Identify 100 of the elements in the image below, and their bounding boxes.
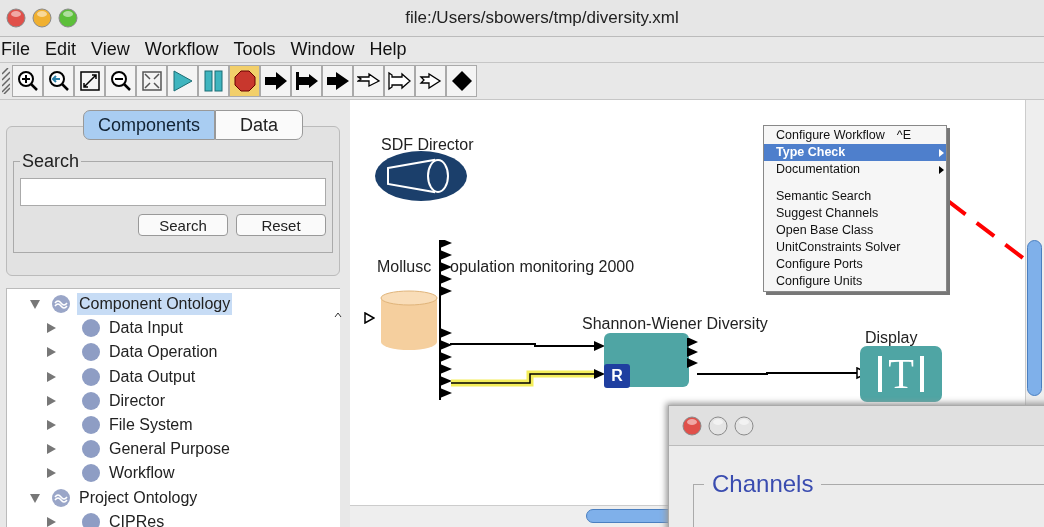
node-label: Mollusc bbox=[377, 257, 432, 277]
search-panel-button[interactable]: Reset bbox=[236, 214, 326, 236]
tree-item[interactable]: Data Output bbox=[107, 365, 198, 388]
category-icon bbox=[81, 415, 101, 436]
fullscreen-icon bbox=[139, 69, 164, 93]
toolbar-grip-icon bbox=[2, 68, 10, 94]
run-tool-button[interactable] bbox=[167, 65, 198, 97]
window-control-icon[interactable] bbox=[6, 8, 26, 28]
zoom-out-tool-button[interactable] bbox=[105, 65, 136, 97]
zoom-fit-tool-button[interactable] bbox=[74, 65, 105, 97]
disclosure-triangle-icon[interactable] bbox=[29, 298, 41, 311]
context-menu-item[interactable]: Configure Workflow ^E bbox=[764, 127, 946, 144]
search-field[interactable] bbox=[20, 178, 326, 206]
category-icon bbox=[81, 439, 101, 460]
tree-item[interactable]: Director bbox=[107, 389, 167, 412]
open-short-arrow-tool-button[interactable] bbox=[415, 65, 446, 97]
menu-item-label: Type Check bbox=[776, 144, 846, 162]
disclosure-triangle-icon[interactable] bbox=[45, 370, 57, 383]
disclosure-triangle-icon[interactable] bbox=[45, 443, 57, 456]
zoom-fit-icon bbox=[77, 69, 102, 93]
tree-item[interactable]: Workflow bbox=[107, 462, 177, 485]
short-arrow-tool-button[interactable] bbox=[322, 65, 353, 97]
menu-item[interactable]: Window bbox=[290, 36, 355, 63]
disclosure-triangle-icon[interactable] bbox=[29, 491, 41, 504]
zoom-reset-tool-button[interactable] bbox=[43, 65, 74, 97]
node-label: opulation monitoring 2000 bbox=[450, 257, 635, 277]
menu-item-label: Configure Ports bbox=[776, 256, 863, 274]
open-bar-arrow-tool-button[interactable] bbox=[384, 65, 415, 97]
ontology-icon bbox=[51, 487, 71, 508]
context-menu-item[interactable]: Semantic Search bbox=[764, 188, 946, 205]
ontology-icon bbox=[51, 294, 71, 315]
tree-item[interactable]: Data Operation bbox=[107, 341, 220, 364]
context-menu-item[interactable]: Documentation bbox=[764, 161, 946, 178]
menu-item[interactable]: Tools bbox=[233, 36, 276, 63]
tree-item[interactable]: General Purpose bbox=[107, 438, 232, 461]
tree-item[interactable]: Component Ontology bbox=[77, 293, 233, 316]
context-menu-item[interactable]: Suggest Channels bbox=[764, 205, 946, 222]
zoom-in-icon bbox=[15, 69, 40, 93]
menu-item[interactable]: File bbox=[1, 36, 30, 63]
stop-tool-button[interactable] bbox=[229, 65, 260, 97]
category-icon bbox=[81, 511, 101, 527]
fullscreen-tool-button[interactable] bbox=[136, 65, 167, 97]
disclosure-triangle-icon[interactable] bbox=[45, 394, 57, 407]
display-glyph: T bbox=[888, 353, 914, 395]
context-menu-item[interactable]: UnitConstraints Solver bbox=[764, 239, 946, 256]
scrollbar-thumb[interactable] bbox=[1027, 240, 1042, 396]
category-icon bbox=[81, 342, 101, 363]
disclosure-triangle-icon[interactable] bbox=[45, 322, 57, 335]
tree-item[interactable]: Data Input bbox=[107, 317, 185, 340]
window-control-icon[interactable] bbox=[682, 415, 702, 436]
zoom-in-tool-button[interactable] bbox=[12, 65, 43, 97]
menu-item-label: Configure Workflow bbox=[776, 127, 885, 145]
disclosure-triangle-icon[interactable] bbox=[45, 515, 57, 527]
tab[interactable]: Data bbox=[215, 110, 304, 140]
window-control-icon[interactable] bbox=[708, 415, 728, 436]
menu-item-label: Documentation bbox=[776, 161, 861, 179]
open-arrow-tool-button[interactable] bbox=[353, 65, 384, 97]
category-icon bbox=[81, 390, 101, 411]
menu-item[interactable]: Edit bbox=[45, 36, 77, 63]
menu-item[interactable]: Help bbox=[369, 36, 407, 63]
disclosure-triangle-icon[interactable] bbox=[45, 467, 57, 480]
node-label: Display bbox=[865, 328, 918, 348]
context-menu-item[interactable]: Open Base Class bbox=[764, 222, 946, 239]
menu-item-label: Suggest Channels bbox=[776, 205, 879, 223]
shortcut-label: ^E bbox=[896, 127, 912, 145]
menu-item-label: Configure Units bbox=[776, 273, 863, 291]
node-label: Shannon-Wiener Diversity bbox=[582, 314, 768, 334]
actor-node[interactable]: R bbox=[604, 333, 689, 387]
category-icon bbox=[81, 318, 101, 339]
tree-item[interactable]: File System bbox=[107, 414, 195, 437]
tree-item[interactable]: Project Ontology bbox=[77, 486, 200, 509]
search-panel-button[interactable]: Search bbox=[138, 214, 228, 236]
open-bar-arrow-icon bbox=[387, 69, 412, 93]
window-control-icon[interactable] bbox=[32, 8, 52, 28]
disclosure-triangle-icon[interactable] bbox=[45, 419, 57, 432]
arrow-tool-button[interactable] bbox=[260, 65, 291, 97]
input-port-icon bbox=[364, 312, 375, 324]
pause-icon bbox=[201, 69, 226, 93]
zoom-out-icon bbox=[108, 69, 133, 93]
node-label: SDF Director bbox=[381, 135, 474, 155]
menu-item-label: Semantic Search bbox=[776, 188, 872, 206]
diamond-tool-button[interactable] bbox=[446, 65, 477, 97]
disclosure-triangle-icon[interactable] bbox=[45, 346, 57, 359]
category-icon bbox=[81, 366, 101, 387]
menu-item-label: Open Base Class bbox=[776, 222, 874, 240]
zoom-reset-icon bbox=[46, 69, 71, 93]
window-control-icon[interactable] bbox=[58, 8, 78, 28]
tree-item[interactable]: CIPRes bbox=[107, 510, 167, 527]
arrow-icon bbox=[263, 69, 288, 93]
stop-icon bbox=[232, 69, 257, 93]
bar-arrow-tool-button[interactable] bbox=[291, 65, 322, 97]
window-control-icon[interactable] bbox=[734, 415, 754, 436]
context-menu-item[interactable]: Configure Ports bbox=[764, 256, 946, 273]
tab[interactable]: Components bbox=[82, 110, 216, 140]
director-icon[interactable] bbox=[374, 150, 468, 202]
context-menu-item[interactable]: Configure Units bbox=[764, 273, 946, 290]
context-menu-item[interactable]: Type Check bbox=[764, 144, 946, 161]
menu-item[interactable]: Workflow bbox=[144, 36, 219, 63]
menu-item[interactable]: View bbox=[91, 36, 130, 63]
r-badge: R bbox=[604, 364, 630, 388]
